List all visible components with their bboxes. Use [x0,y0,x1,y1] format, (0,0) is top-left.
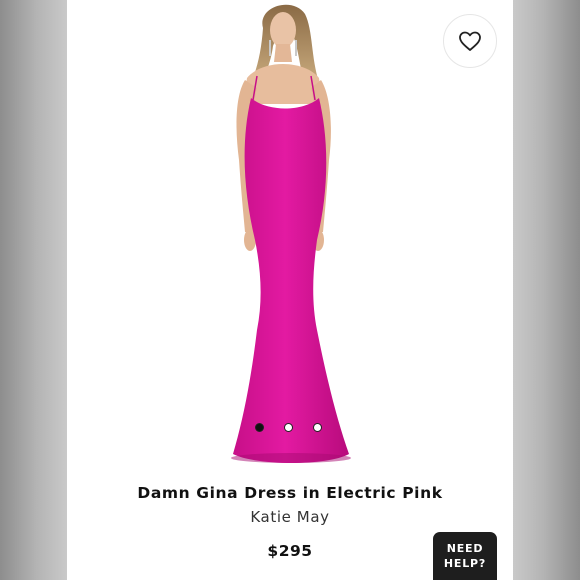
need-help-line2: HELP? [443,557,487,570]
gallery-dot[interactable] [255,423,264,432]
product-image[interactable] [67,0,513,480]
product-title: Damn Gina Dress in Electric Pink [137,484,443,502]
heart-icon [459,31,481,51]
favorite-button[interactable] [443,14,497,68]
right-blur-background [513,0,580,580]
gallery-dots [255,423,322,432]
gallery-dot[interactable] [284,423,293,432]
left-blur-background [0,0,67,580]
need-help-button[interactable]: NEED HELP? [433,532,497,580]
gallery-dot[interactable] [313,423,322,432]
product-card: Damn Gina Dress in Electric Pink Katie M… [67,0,513,580]
need-help-line1: NEED [446,542,484,555]
product-brand[interactable]: Katie May [67,508,513,526]
